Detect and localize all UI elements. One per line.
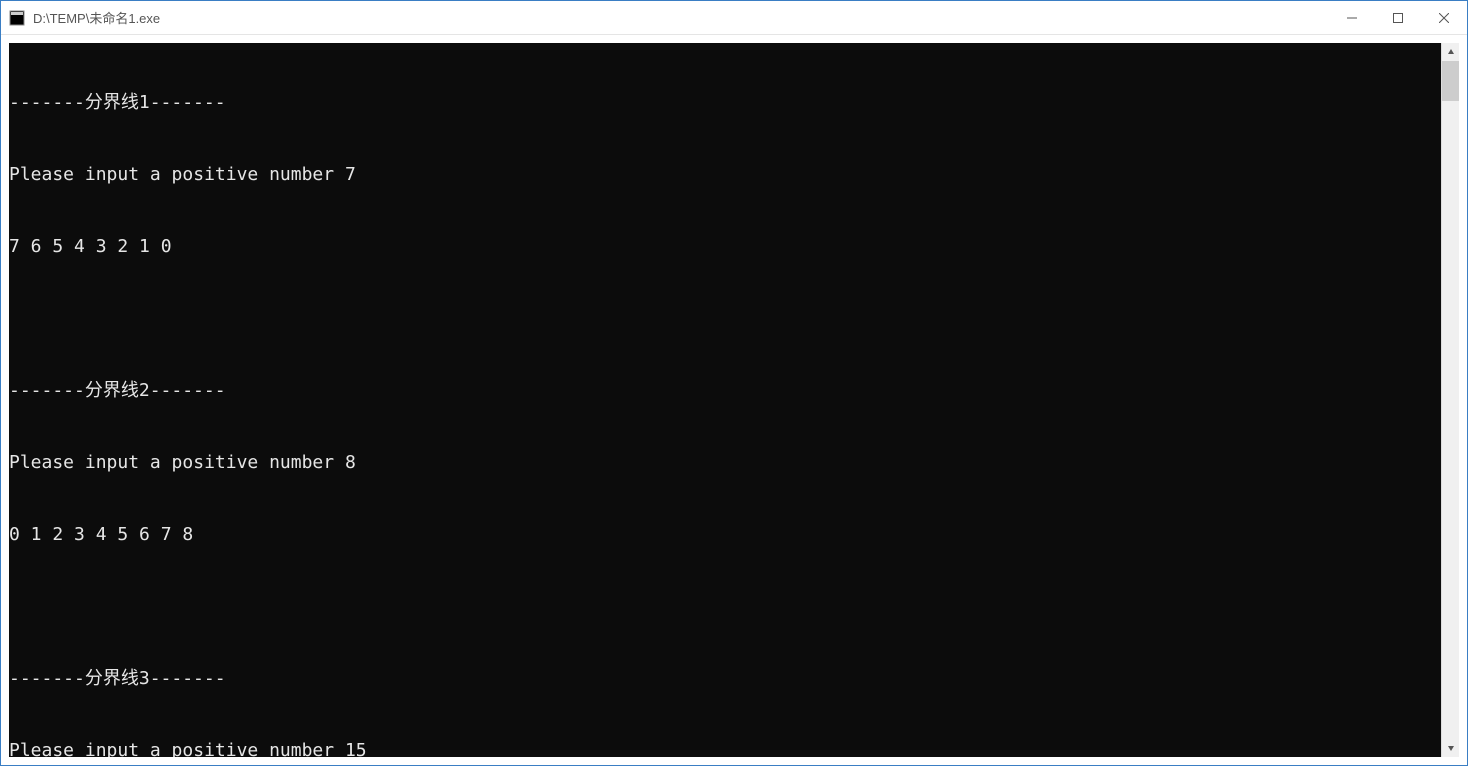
console-line [9,595,1441,619]
console-line: Please input a positive number 7 [9,163,1441,187]
console-line: 0 1 2 3 4 5 6 7 8 [9,523,1441,547]
app-window: D:\TEMP\未命名1.exe -------分界线1------- Plea… [0,0,1468,766]
console-line: Please input a positive number 15 [9,739,1441,757]
console-line: 7 6 5 4 3 2 1 0 [9,235,1441,259]
console-line: -------分界线2------- [9,379,1441,403]
close-button[interactable] [1421,1,1467,34]
scroll-down-arrow-icon[interactable] [1442,739,1459,757]
scrollbar-thumb[interactable] [1442,61,1459,101]
vertical-scrollbar[interactable] [1441,43,1459,757]
console-line: Please input a positive number 8 [9,451,1441,475]
console-line [9,307,1441,331]
console-line: -------分界线1------- [9,91,1441,115]
console-line: -------分界线3------- [9,667,1441,691]
window-controls [1329,1,1467,34]
minimize-button[interactable] [1329,1,1375,34]
scrollbar-track[interactable] [1442,61,1459,739]
maximize-button[interactable] [1375,1,1421,34]
app-icon [9,10,25,26]
window-title: D:\TEMP\未命名1.exe [33,8,1329,27]
titlebar[interactable]: D:\TEMP\未命名1.exe [1,1,1467,35]
client-area: -------分界线1------- Please input a positi… [1,35,1467,765]
scroll-up-arrow-icon[interactable] [1442,43,1459,61]
console-output[interactable]: -------分界线1------- Please input a positi… [9,43,1441,757]
